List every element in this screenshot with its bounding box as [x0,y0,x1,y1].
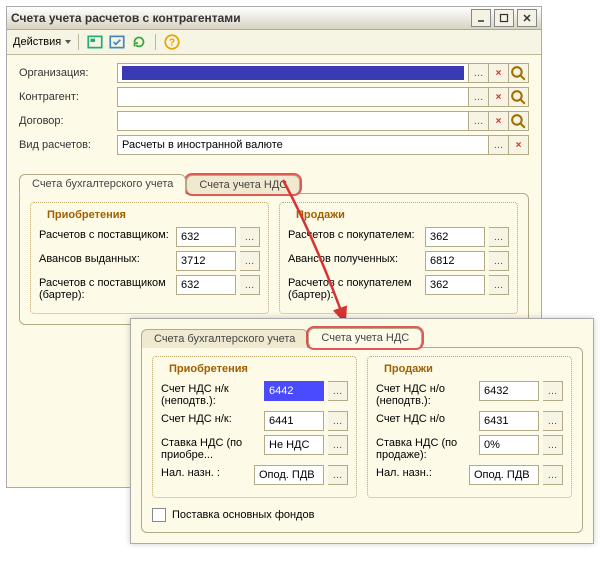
ov-pur-r3-val[interactable]: Не НДС [264,435,324,455]
pur-r2-label: Авансов выданных: [39,251,172,265]
contract-input[interactable] [117,111,469,131]
tab-vat[interactable]: Счета учета НДС [186,175,300,194]
pur-r2-val[interactable]: 3712 [176,251,236,271]
checkbox-label: Поставка основных фондов [172,509,314,521]
ov-pur-r4-label: Нал. назн. : [161,465,250,479]
pur-r1-btn[interactable] [240,227,260,247]
pur-r3-btn[interactable] [240,275,260,295]
ov-pur-r1-val[interactable]: 6442 [264,381,324,401]
ov-sal-r2-val[interactable]: 6431 [479,411,539,431]
contract-label: Договор: [19,115,111,127]
cpty-clear-button[interactable] [489,87,509,107]
sal-r1-val[interactable]: 362 [425,227,485,247]
sal-r1-btn[interactable] [489,227,509,247]
tab-accounting[interactable]: Счета бухгалтерского учета [19,174,186,194]
calc-type-select-button[interactable] [489,135,509,155]
pur-r1-val[interactable]: 632 [176,227,236,247]
window-vat-overlay: Счета бухгалтерского учета Счета учета Н… [130,318,594,544]
ov-pur-r2-val[interactable]: 6441 [264,411,324,431]
ov-pur-r3-btn[interactable] [328,435,348,455]
toolbar-icon-1[interactable] [86,33,104,51]
tabstrip: Счета бухгалтерского учета Счета учета Н… [7,167,541,193]
sal-r3-btn[interactable] [489,275,509,295]
cpty-lookup-button[interactable] [509,87,529,107]
minimize-button[interactable] [471,9,491,27]
ov-sal-r4-btn[interactable] [543,465,563,485]
ov-sal-r3-label: Ставка НДС (по продаже): [376,435,475,461]
sal-r1-label: Расчетов с покупателем: [288,227,421,241]
sal-r2-btn[interactable] [489,251,509,271]
ov-sal-r2-label: Счет НДС н/о [376,411,475,425]
toolbar: Действия ? [7,30,541,55]
overlay-sales-title: Продажи [380,363,437,375]
actions-menu[interactable]: Действия [13,36,71,48]
sales-title: Продажи [292,209,349,221]
help-icon[interactable]: ? [163,33,181,51]
titlebar: Счета учета расчетов с контрагентами [7,7,541,30]
checkbox-icon [152,508,166,522]
pur-r2-btn[interactable] [240,251,260,271]
calc-type-input[interactable]: Расчеты в иностранной валюте [117,135,489,155]
sal-r2-label: Авансов полученных: [288,251,421,265]
ov-sal-r4-val[interactable]: Опод. ПДВ [469,465,539,485]
org-selected-value [122,66,464,80]
ov-pur-r2-label: Счет НДС н/к: [161,411,260,425]
ov-pur-r4-val[interactable]: Опод. ПДВ [254,465,324,485]
chevron-down-icon [65,40,71,44]
overlay-tab-accounting[interactable]: Счета бухгалтерского учета [141,329,308,348]
cpty-select-button[interactable] [469,87,489,107]
header-form: Организация: Контрагент: Договор: [7,55,541,167]
svg-text:?: ? [169,37,175,48]
pur-r3-val[interactable]: 632 [176,275,236,295]
pur-r3-label: Расчетов с поставщиком (бартер): [39,275,172,301]
cpty-label: Контрагент: [19,91,111,103]
sales-group: Продажи Расчетов с покупателем: 362 Аван… [279,202,518,314]
toolbar-icon-refresh[interactable] [130,33,148,51]
ov-pur-r4-btn[interactable] [328,465,348,485]
org-input[interactable] [117,63,469,83]
toolbar-icon-2[interactable] [108,33,126,51]
pur-r1-label: Расчетов с поставщиком: [39,227,172,241]
contract-select-button[interactable] [469,111,489,131]
overlay-tab-vat[interactable]: Счета учета НДС [308,328,422,348]
sal-r2-val[interactable]: 6812 [425,251,485,271]
overlay-purchases-title: Приобретения [165,363,252,375]
contract-clear-button[interactable] [489,111,509,131]
checkbox-fixed-assets[interactable]: Поставка основных фондов [152,508,572,522]
org-label: Организация: [19,67,111,79]
ov-sal-r3-val[interactable]: 0% [479,435,539,455]
calc-type-label: Вид расчетов: [19,139,111,151]
ov-sal-r4-label: Нал. назн.: [376,465,465,479]
org-lookup-button[interactable] [509,63,529,83]
ov-sal-r1-val[interactable]: 6432 [479,381,539,401]
tab-content: Приобретения Расчетов с поставщиком: 632… [19,193,529,325]
overlay-purchases-group: Приобретения Счет НДС н/к (неподтв.): 64… [152,356,357,498]
sal-r3-label: Расчетов с покупателем (бартер): [288,275,421,301]
sal-r3-val[interactable]: 362 [425,275,485,295]
ov-sal-r1-btn[interactable] [543,381,563,401]
org-select-button[interactable] [469,63,489,83]
close-button[interactable] [517,9,537,27]
ov-pur-r2-btn[interactable] [328,411,348,431]
ov-sal-r1-label: Счет НДС н/о (неподтв.): [376,381,475,407]
actions-label: Действия [13,36,61,48]
ov-pur-r3-label: Ставка НДС (по приобре... [161,435,260,461]
calc-type-clear-button[interactable] [509,135,529,155]
purchases-title: Приобретения [43,209,130,221]
ov-sal-r3-btn[interactable] [543,435,563,455]
ov-pur-r1-btn[interactable] [328,381,348,401]
ov-sal-r2-btn[interactable] [543,411,563,431]
contract-lookup-button[interactable] [509,111,529,131]
ov-pur-r1-label: Счет НДС н/к (неподтв.): [161,381,260,407]
cpty-input[interactable] [117,87,469,107]
window-title: Счета учета расчетов с контрагентами [11,11,241,25]
purchases-group: Приобретения Расчетов с поставщиком: 632… [30,202,269,314]
org-clear-button[interactable] [489,63,509,83]
maximize-button[interactable] [494,9,514,27]
overlay-sales-group: Продажи Счет НДС н/о (неподтв.): 6432 Сч… [367,356,572,498]
